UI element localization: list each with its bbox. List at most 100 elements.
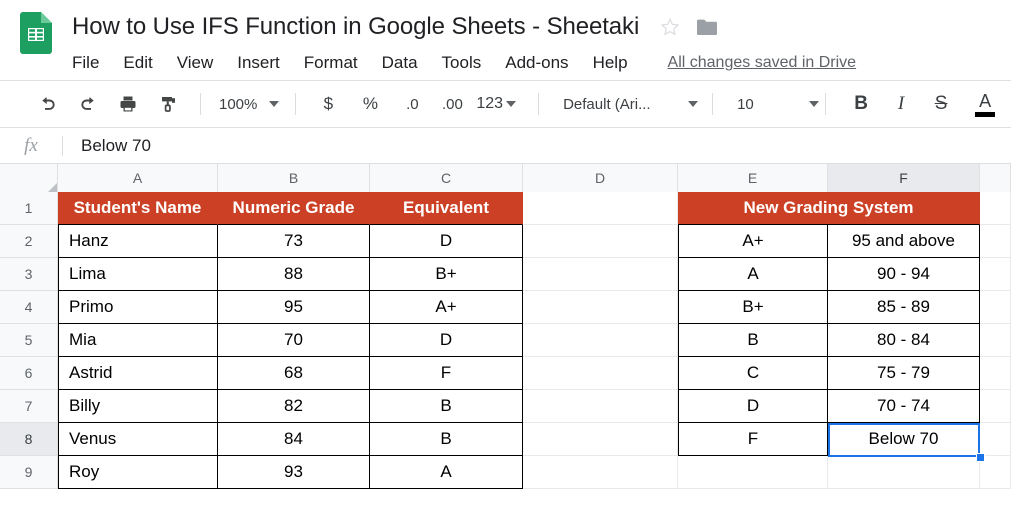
cell-b1[interactable]: Numeric Grade xyxy=(218,192,370,225)
cell-e9[interactable] xyxy=(678,456,828,489)
cell-a9[interactable]: Roy xyxy=(58,456,218,489)
strikethrough-button[interactable]: S xyxy=(924,93,958,115)
cell-b3[interactable]: 88 xyxy=(218,258,370,291)
cell-g8[interactable] xyxy=(980,423,1011,456)
select-all-corner[interactable] xyxy=(0,164,58,192)
cell-f6[interactable]: 75 - 79 xyxy=(828,357,980,390)
column-header-b[interactable]: B xyxy=(218,164,370,192)
cell-g4[interactable] xyxy=(980,291,1011,324)
cell-d2[interactable] xyxy=(523,225,678,258)
cell-a2[interactable]: Hanz xyxy=(58,225,218,258)
font-family-selector[interactable]: Default (Ari... xyxy=(563,89,699,119)
cell-f3[interactable]: 90 - 94 xyxy=(828,258,980,291)
column-header-e[interactable]: E xyxy=(678,164,828,192)
cell-d7[interactable] xyxy=(523,390,678,423)
cell-c4[interactable]: A+ xyxy=(370,291,523,324)
cell-a8[interactable]: Venus xyxy=(58,423,218,456)
cell-c3[interactable]: B+ xyxy=(370,258,523,291)
cell-d4[interactable] xyxy=(523,291,678,324)
cell-g7[interactable] xyxy=(980,390,1011,423)
star-outline-icon[interactable] xyxy=(659,16,681,38)
font-size-selector[interactable]: 10 xyxy=(737,89,820,119)
cell-f8-selected[interactable]: Below 70 xyxy=(828,423,980,456)
menu-item-insert[interactable]: Insert xyxy=(237,53,280,73)
menu-item-view[interactable]: View xyxy=(177,53,214,73)
formula-input[interactable]: Below 70 xyxy=(63,136,151,156)
column-header-g[interactable] xyxy=(980,164,1011,192)
cell-d5[interactable] xyxy=(523,324,678,357)
cell-f7[interactable]: 70 - 74 xyxy=(828,390,980,423)
cell-c6[interactable]: F xyxy=(370,357,523,390)
cell-b4[interactable]: 95 xyxy=(218,291,370,324)
undo-button[interactable] xyxy=(30,87,66,121)
row-header-8[interactable]: 8 xyxy=(0,423,58,456)
cell-d3[interactable] xyxy=(523,258,678,291)
document-title[interactable]: How to Use IFS Function in Google Sheets… xyxy=(72,13,639,41)
menu-item-edit[interactable]: Edit xyxy=(123,53,152,73)
cell-g1[interactable] xyxy=(980,192,1011,225)
percent-format-button[interactable]: % xyxy=(354,94,386,114)
cell-a3[interactable]: Lima xyxy=(58,258,218,291)
cell-d9[interactable] xyxy=(523,456,678,489)
cell-b9[interactable]: 93 xyxy=(218,456,370,489)
cell-e5[interactable]: B xyxy=(678,324,828,357)
increase-decimal-button[interactable]: .00 xyxy=(436,96,468,113)
text-color-button[interactable]: A xyxy=(968,92,1002,117)
menu-item-format[interactable]: Format xyxy=(304,53,358,73)
cell-c7[interactable]: B xyxy=(370,390,523,423)
cell-e1-merged-grading-header[interactable]: New Grading System xyxy=(678,192,980,225)
row-header-3[interactable]: 3 xyxy=(0,258,58,291)
menu-item-file[interactable]: File xyxy=(72,53,99,73)
row-header-7[interactable]: 7 xyxy=(0,390,58,423)
number-format-selector[interactable]: 123 xyxy=(476,89,517,119)
cell-c2[interactable]: D xyxy=(370,225,523,258)
cell-d8[interactable] xyxy=(523,423,678,456)
cell-f4[interactable]: 85 - 89 xyxy=(828,291,980,324)
cell-a4[interactable]: Primo xyxy=(58,291,218,324)
cell-e6[interactable]: C xyxy=(678,357,828,390)
menu-item-tools[interactable]: Tools xyxy=(442,53,482,73)
cell-c8[interactable]: B xyxy=(370,423,523,456)
cell-e3[interactable]: A xyxy=(678,258,828,291)
row-header-4[interactable]: 4 xyxy=(0,291,58,324)
cell-a5[interactable]: Mia xyxy=(58,324,218,357)
print-button[interactable] xyxy=(110,87,146,121)
cell-f5[interactable]: 80 - 84 xyxy=(828,324,980,357)
currency-format-button[interactable]: $ xyxy=(312,94,344,114)
cell-a6[interactable]: Astrid xyxy=(58,357,218,390)
folder-icon[interactable] xyxy=(697,19,718,36)
cell-d1[interactable] xyxy=(523,192,678,225)
cell-e2[interactable]: A+ xyxy=(678,225,828,258)
cell-a1[interactable]: Student's Name xyxy=(58,192,218,225)
row-header-1[interactable]: 1 xyxy=(0,192,58,225)
cell-a7[interactable]: Billy xyxy=(58,390,218,423)
cell-g6[interactable] xyxy=(980,357,1011,390)
cell-b7[interactable]: 82 xyxy=(218,390,370,423)
redo-button[interactable] xyxy=(70,87,106,121)
cell-c9[interactable]: A xyxy=(370,456,523,489)
cell-b2[interactable]: 73 xyxy=(218,225,370,258)
cell-f9[interactable] xyxy=(828,456,980,489)
cell-e8[interactable]: F xyxy=(678,423,828,456)
save-status-label[interactable]: All changes saved in Drive xyxy=(668,54,857,72)
cell-e7[interactable]: D xyxy=(678,390,828,423)
paint-format-button[interactable] xyxy=(150,87,186,121)
cell-c5[interactable]: D xyxy=(370,324,523,357)
menu-item-addons[interactable]: Add-ons xyxy=(505,53,568,73)
cell-c1[interactable]: Equivalent xyxy=(370,192,523,225)
column-header-a[interactable]: A xyxy=(58,164,218,192)
row-header-9[interactable]: 9 xyxy=(0,456,58,489)
cell-b5[interactable]: 70 xyxy=(218,324,370,357)
menu-item-data[interactable]: Data xyxy=(382,53,418,73)
cell-g3[interactable] xyxy=(980,258,1011,291)
menu-item-help[interactable]: Help xyxy=(593,53,628,73)
cell-g2[interactable] xyxy=(980,225,1011,258)
cell-b8[interactable]: 84 xyxy=(218,423,370,456)
bold-button[interactable]: B xyxy=(844,93,878,115)
italic-button[interactable]: I xyxy=(884,93,918,115)
cell-g5[interactable] xyxy=(980,324,1011,357)
column-header-d[interactable]: D xyxy=(523,164,678,192)
cell-f2[interactable]: 95 and above xyxy=(828,225,980,258)
cell-b6[interactable]: 68 xyxy=(218,357,370,390)
zoom-selector[interactable]: 100% xyxy=(219,89,280,119)
